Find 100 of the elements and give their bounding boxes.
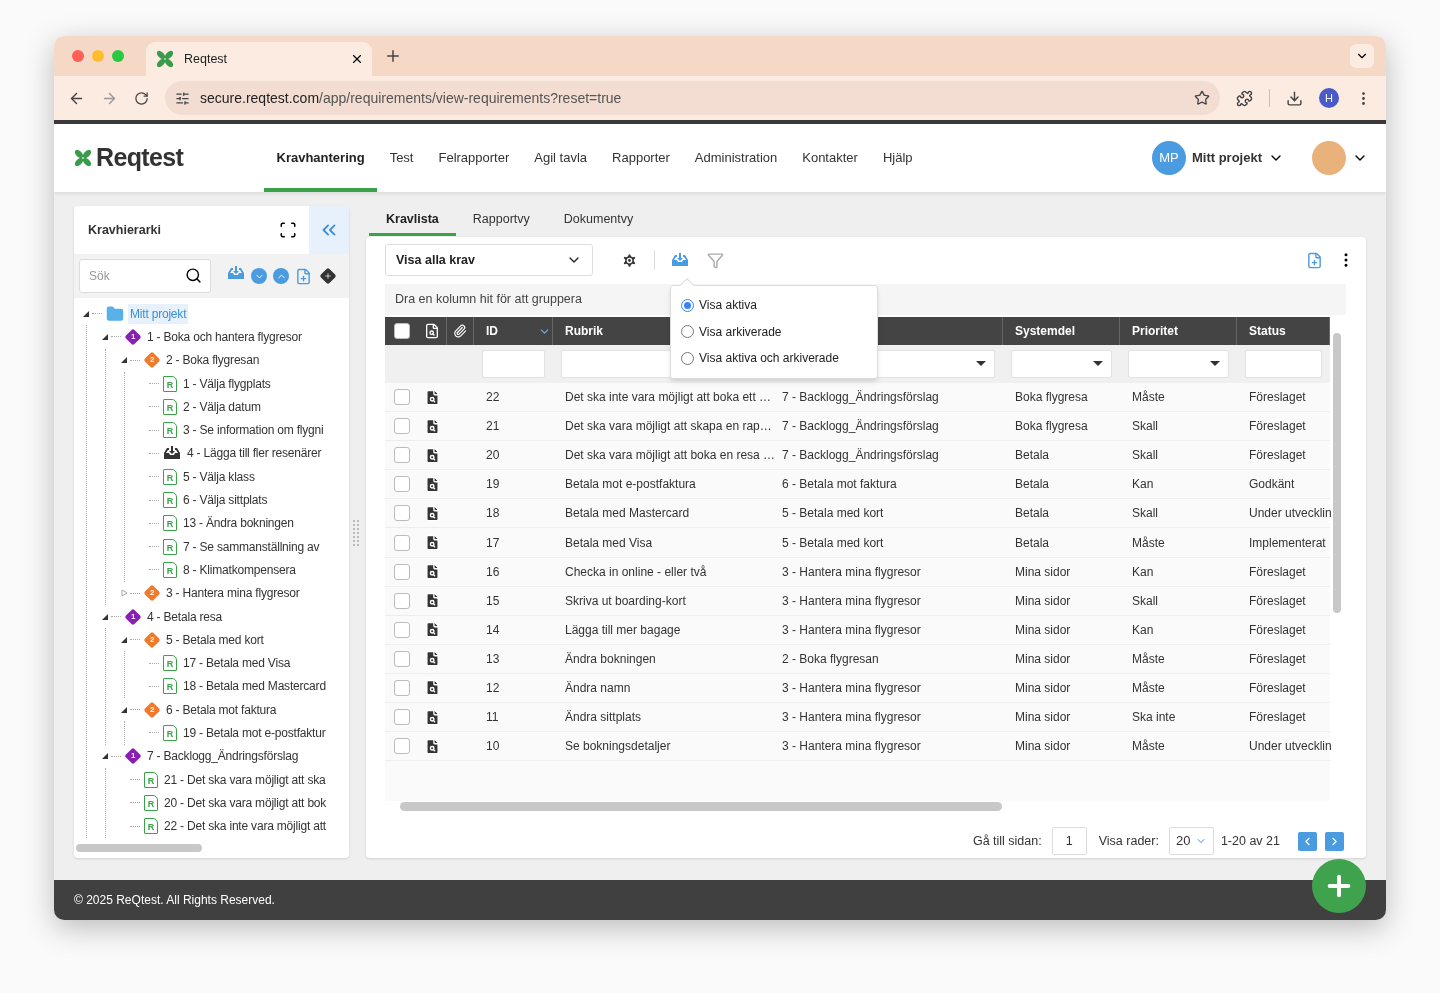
- table-cell: Betala: [1015, 506, 1050, 521]
- table-cell: 3 - Hantera mina flygresor: [782, 622, 921, 637]
- table-cell: 3 - Hantera mina flygresor: [782, 739, 921, 754]
- table-cell: 12: [486, 681, 500, 695]
- table-cell: 7 - Backlogg_Ändringsförslag: [782, 419, 939, 434]
- table-cell: Måste: [1132, 390, 1165, 405]
- table-cell: 7 - Backlogg_Ändringsförslag: [782, 390, 939, 405]
- level-badge: 1: [124, 747, 142, 765]
- table-cell: Skall: [1132, 419, 1158, 434]
- table-cell: 3 - Hantera mina flygresor: [782, 710, 921, 725]
- table-cell: Betala: [1015, 448, 1050, 463]
- table-cell: Betala mot e-postfaktura: [565, 477, 696, 492]
- requirement-badge: R: [144, 818, 158, 835]
- table-cell: Betala med Visa: [565, 535, 653, 550]
- requirement-badge: R: [144, 771, 158, 788]
- group-hint: Dra en kolumn hit för att gruppera: [395, 291, 582, 309]
- table-cell: 22: [486, 390, 500, 405]
- requirement-badge: R: [163, 538, 177, 555]
- level-badge: 2: [143, 631, 161, 649]
- table-cell: Kan: [1132, 564, 1154, 579]
- table-cell: 16: [486, 564, 500, 579]
- table-cell: 14: [486, 622, 500, 637]
- table-cell: Mina sidor: [1015, 739, 1071, 754]
- table-cell: Ändra sittplats: [565, 710, 642, 725]
- table-cell: Måste: [1132, 681, 1165, 695]
- table-cell: Måste: [1132, 739, 1165, 754]
- table-cell: 5 - Betala med kort: [782, 535, 884, 550]
- table-cell: Måste: [1132, 535, 1165, 550]
- table-cell: Det ska vara möjligt att boka en resa …: [565, 448, 776, 463]
- table-cell: 3 - Hantera mina flygresor: [782, 593, 921, 608]
- requirement-badge: R: [163, 725, 177, 741]
- table-cell: Föreslaget: [1249, 681, 1306, 695]
- goto-label: Gå till sidan:: [972, 832, 1042, 850]
- table-cell: 6 - Betala mot faktura: [782, 477, 897, 492]
- table-cell: 3 - Hantera mina flygresor: [782, 681, 921, 695]
- table-cell: Kan: [1132, 477, 1154, 492]
- table-cell: 13: [486, 651, 500, 666]
- level-badge: 2: [143, 701, 161, 719]
- level-badge: 1: [124, 328, 142, 346]
- table-cell: Boka flygresa: [1015, 390, 1088, 405]
- table-cell: Skall: [1132, 506, 1158, 521]
- table-cell: 15: [486, 593, 500, 608]
- table-cell: Föreslaget: [1249, 651, 1306, 666]
- requirement-badge: R: [163, 398, 177, 415]
- level-badge: 2: [143, 351, 161, 369]
- requirement-badge: R: [163, 515, 177, 532]
- requirement-badge: R: [163, 678, 177, 695]
- table-cell: 11: [486, 710, 499, 725]
- requirement-badge: R: [163, 492, 177, 508]
- table-cell: Betala: [1015, 477, 1050, 492]
- requirement-badge: R: [163, 561, 177, 578]
- tab-title: Reqtest: [184, 50, 229, 68]
- table-cell: 5 - Betala med kort: [782, 506, 884, 521]
- table-cell: Skall: [1132, 448, 1158, 463]
- logo-text: Reqtest: [96, 142, 184, 174]
- table-cell: Det ska inte vara möjligt att boka ett …: [565, 390, 772, 405]
- requirement-badge: R: [163, 468, 177, 485]
- table-cell: Under utvecklin: [1249, 739, 1332, 754]
- panel-title: Kravhierarki: [88, 221, 162, 239]
- table-cell: Ska inte: [1132, 710, 1176, 725]
- table-cell: 20: [486, 448, 500, 463]
- copyright-text: © 2025 ReQtest. All Rights Reserved.: [74, 892, 275, 909]
- requirement-badge: R: [163, 422, 177, 439]
- table-cell: Föreslaget: [1249, 448, 1306, 463]
- table-cell: Mina sidor: [1015, 622, 1071, 637]
- table-cell: Kan: [1132, 622, 1154, 637]
- table-cell: Boka flygresa: [1015, 419, 1088, 434]
- table-cell: Mina sidor: [1015, 681, 1071, 695]
- table-cell: Implementerat: [1249, 535, 1326, 550]
- table-cell: 18: [486, 506, 500, 521]
- requirement-badge: R: [163, 655, 177, 672]
- rows-label: Visa rader:: [1098, 832, 1159, 850]
- table-cell: Ändra namn: [565, 681, 631, 695]
- level-badge: 1: [124, 608, 142, 625]
- table-cell: Under utvecklin: [1249, 506, 1332, 521]
- table-cell: Mina sidor: [1015, 651, 1071, 666]
- table-cell: Lägga till mer bagage: [565, 622, 681, 637]
- table-cell: Föreslaget: [1249, 419, 1306, 434]
- table-cell: 10: [486, 739, 500, 754]
- table-cell: Skall: [1132, 593, 1158, 608]
- table-cell: 21: [486, 419, 500, 434]
- table-cell: Ändra bokningen: [565, 651, 656, 666]
- page-range: 1-20 av 21: [1220, 832, 1280, 850]
- table-cell: 2 - Boka flygresan: [782, 651, 879, 666]
- table-cell: Mina sidor: [1015, 710, 1071, 725]
- level-badge: 2: [143, 584, 161, 602]
- table-cell: Checka in online - eller två: [565, 564, 707, 579]
- table-cell: Föreslaget: [1249, 593, 1306, 608]
- table-cell: Föreslaget: [1249, 390, 1306, 405]
- table-cell: Mina sidor: [1015, 593, 1071, 608]
- table-cell: 7 - Backlogg_Ändringsförslag: [782, 448, 939, 463]
- table-cell: Föreslaget: [1249, 710, 1306, 725]
- requirement-badge: R: [163, 375, 177, 392]
- table-cell: Mina sidor: [1015, 564, 1071, 579]
- requirement-badge: R: [144, 794, 158, 811]
- table-cell: Skriva ut boarding-kort: [565, 593, 686, 608]
- table-cell: Måste: [1132, 651, 1165, 666]
- table-cell: 19: [486, 477, 500, 492]
- table-cell: Det ska vara möjligt att skapa en rap…: [565, 419, 772, 434]
- table-cell: Föreslaget: [1249, 622, 1306, 637]
